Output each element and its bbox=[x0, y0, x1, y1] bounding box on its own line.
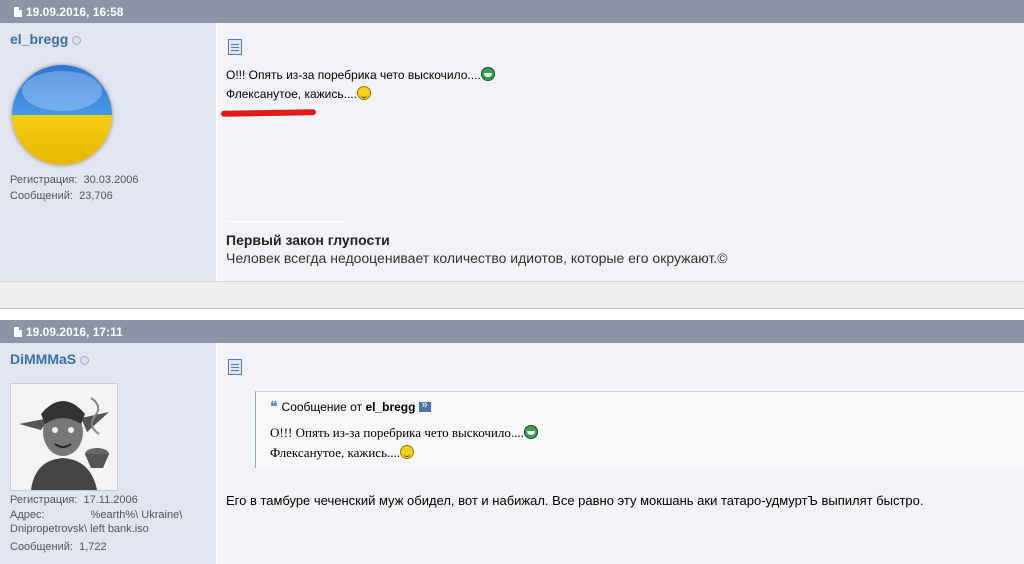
wink-smiley-icon bbox=[356, 86, 371, 100]
quote-line-1: О!!! Опять из-за поребрика чето выскочил… bbox=[270, 425, 524, 440]
post-date: 19.09.2016, 16:58 bbox=[26, 4, 124, 19]
offline-status-icon bbox=[80, 355, 90, 365]
quote-author[interactable]: el_bregg bbox=[365, 400, 415, 414]
post-date: 19.09.2016, 17:11 bbox=[26, 324, 123, 339]
signature-text: Человек всегда недооценивает количество … bbox=[226, 250, 728, 266]
message-line-2: Флексанутое, кажись.... bbox=[226, 87, 357, 101]
quote-text: О!!! Опять из-за поребрика чето выскочил… bbox=[270, 423, 538, 463]
username-link[interactable]: el_bregg bbox=[10, 31, 82, 47]
registration-label: Регистрация: bbox=[10, 174, 78, 186]
quote-prefix: Сообщение от bbox=[281, 400, 363, 414]
user-info-panel: el_bregg Регистрация: 30.03.2006 Сообщен… bbox=[0, 23, 216, 281]
avatar[interactable] bbox=[12, 65, 112, 165]
address-value-1: %earth%\ Ukraine\ bbox=[90, 509, 183, 521]
message-body: Его в тамбуре чеченский муж обидел, вот … bbox=[226, 493, 924, 508]
offline-status-icon bbox=[72, 35, 82, 45]
username-text[interactable]: DiMMMaS bbox=[10, 351, 76, 367]
registration-label: Регистрация: bbox=[10, 494, 78, 506]
goto-post-icon[interactable] bbox=[419, 399, 432, 412]
quote-header: ❝ Сообщение от el_bregg bbox=[270, 398, 432, 415]
user-stats: Регистрация: 30.03.2006 Сообщений: 23,70… bbox=[10, 172, 139, 204]
messages-count: 23,706 bbox=[79, 190, 113, 202]
registration-date: 17.11.2006 bbox=[83, 494, 138, 506]
messages-label: Сообщений: bbox=[10, 541, 73, 553]
grin-smiley-icon bbox=[480, 67, 495, 81]
address-label: Адрес: bbox=[10, 509, 45, 521]
avatar[interactable] bbox=[10, 383, 118, 491]
address-value-2: Dnipropetrovsk\ left bank.iso bbox=[10, 523, 149, 535]
username-link[interactable]: DiMMMaS bbox=[10, 351, 90, 367]
document-icon bbox=[14, 326, 22, 337]
document-icon bbox=[14, 6, 22, 17]
post-header: 19.09.2016, 16:58 bbox=[0, 0, 1024, 23]
quote-block: ❝Сообщение от el_bregg О!!! Опять из-за … bbox=[255, 391, 1024, 468]
messages-label: Сообщений: bbox=[10, 190, 73, 202]
signature-title: Первый закон глупости bbox=[226, 232, 390, 248]
message-body: О!!! Опять из-за поребрика чето выскочил… bbox=[226, 66, 495, 104]
quote-marks-icon: ❝ bbox=[270, 398, 278, 414]
username-text[interactable]: el_bregg bbox=[10, 31, 68, 47]
quote-line-2: Флексанутое, кажись.... bbox=[270, 445, 400, 460]
message-page-icon bbox=[228, 39, 242, 55]
signature-divider bbox=[226, 221, 346, 222]
wink-smiley-icon bbox=[400, 445, 414, 459]
messages-count: 1,722 bbox=[79, 541, 107, 553]
message-line-1: О!!! Опять из-за поребрика чето выскочил… bbox=[226, 68, 481, 82]
message-page-icon bbox=[228, 359, 242, 375]
grin-smiley-icon bbox=[523, 425, 538, 439]
post-footer bbox=[0, 281, 1024, 309]
registration-date: 30.03.2006 bbox=[83, 174, 139, 186]
user-stats: Регистрация: 17.11.2006 Адрес: %earth%\ U… bbox=[10, 492, 182, 555]
post-header: 19.09.2016, 17:11 bbox=[0, 320, 1024, 343]
